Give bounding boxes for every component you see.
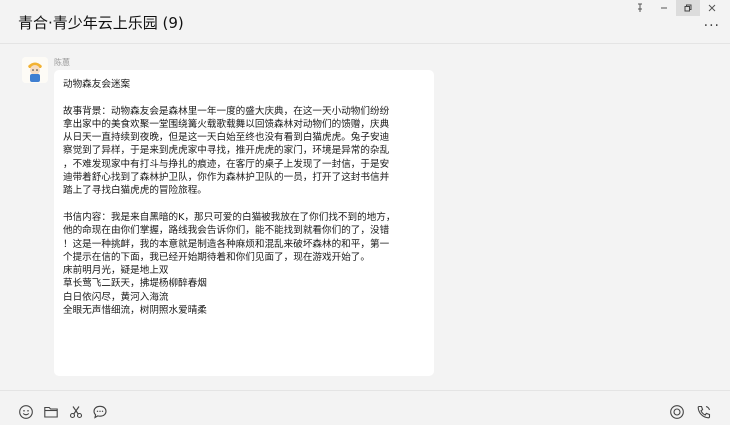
sender-name: 陈蕙 — [54, 58, 70, 67]
message-line: ！这是一种挑衅，我的本意就是制造各种麻烦和混乱来破坏森林的和平，第一 — [63, 238, 390, 250]
scissors-icon[interactable] — [68, 404, 84, 420]
title-bar: 青合·青少年云上乐园 (9) ··· — [0, 0, 730, 44]
minimize-icon[interactable] — [652, 0, 676, 16]
message-line: 迪带着舒心找到了森林护卫队，你作为森林护卫队的一员，打开了这封书信并 — [63, 172, 390, 184]
message-line: 床前明月光，疑是地上双 — [63, 265, 169, 277]
message-line: 察觉到了异样，于是来到虎虎家中寻找，推开虎虎的家门，环境是异常的杂乱 — [63, 145, 390, 157]
call-icon[interactable] — [696, 404, 712, 420]
avatar[interactable] — [22, 57, 48, 83]
chat-bubble-icon[interactable] — [92, 404, 108, 420]
message-line: 从日天一直持续到夜晚，但是这一天白始至终也没有看到白猫虎虎。兔子安迪 — [63, 132, 390, 144]
chat-title: 青合·青少年云上乐园 (9) — [18, 14, 184, 32]
message-bubble[interactable]: 动物森友会迷案 故事背景：动物森友会是森林里一年一度的盛大庆典，在这一天小动物们… — [54, 70, 434, 376]
window-controls — [628, 0, 724, 16]
input-toolbar — [0, 390, 730, 425]
pin-icon[interactable] — [628, 0, 652, 16]
message-line: ，不难发现家中有打斗与挣扎的痕迹，在客厅的桌子上发现了一封信，于是安 — [63, 158, 390, 170]
message-line — [63, 91, 425, 104]
message-line: 个提示在信的下面，我已经开始期待着和你们见面了，现在游戏开始了。 — [63, 251, 370, 263]
message-line: 白日依闪尽，黄河入海流 — [63, 291, 169, 303]
message-area[interactable]: 陈蕙 动物森友会迷案 故事背景：动物森友会是森林里一年一度的盛大庆典，在这一天小… — [0, 45, 730, 391]
message-line — [63, 198, 425, 211]
emoji-icon[interactable] — [18, 404, 34, 420]
more-options-button[interactable]: ··· — [704, 18, 720, 34]
record-icon[interactable] — [669, 404, 685, 420]
message-line: 拿出家中的美食欢聚一堂围绕篝火载歌载舞以回馈森林对动物们的馈赠，庆典 — [63, 118, 390, 130]
message-line: 草长莺飞二跃天，拂堤杨柳醉春烟 — [63, 278, 207, 290]
message-line: 踏上了寻找白猫虎虎的冒险旅程。 — [63, 185, 207, 197]
restore-icon[interactable] — [676, 0, 700, 16]
message-line: 全眼无声惜细流，树阴照水爱晴柔 — [63, 305, 207, 317]
message-line: 动物森友会迷案 — [63, 79, 131, 90]
message-line: 故事背景：动物森友会是森林里一年一度的盛大庆典，在这一天小动物们纷纷 — [63, 105, 390, 117]
folder-icon[interactable] — [43, 404, 59, 420]
message-line: 书信内容：我是来自黑暗的K，那只可爱的白猫被我放在了你们找不到的地方， — [63, 211, 396, 223]
close-icon[interactable] — [700, 0, 724, 16]
message-line: 他的命现在由你们掌握，路线我会告诉你们，能不能找到就看你们的了，没错 — [63, 225, 390, 237]
